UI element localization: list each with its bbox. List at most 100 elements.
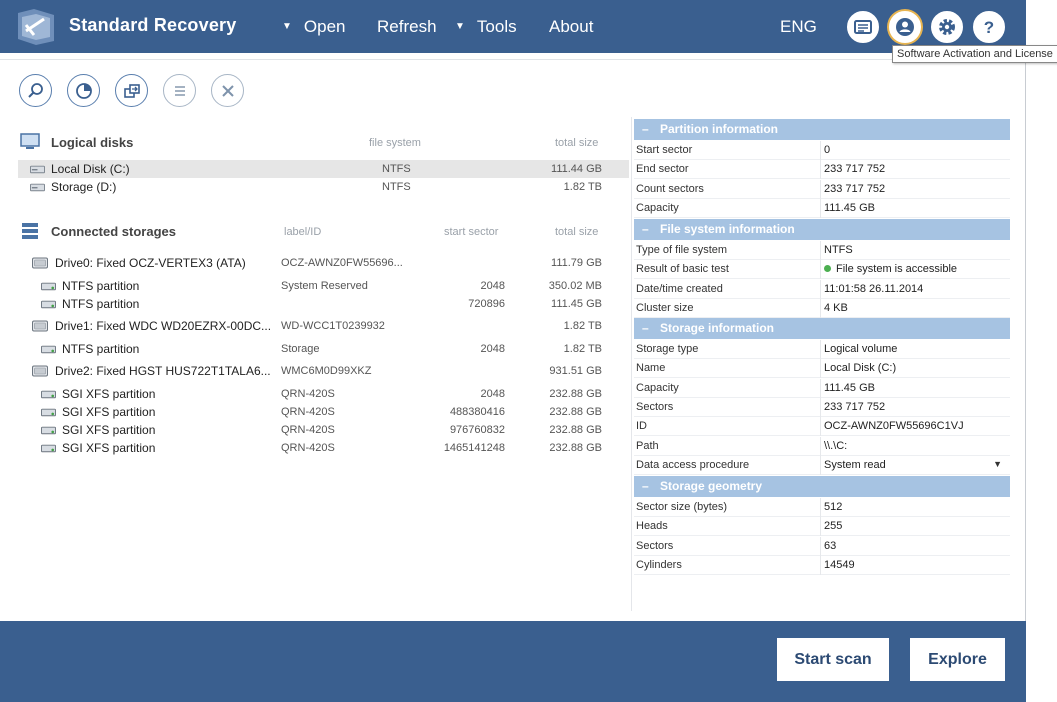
connected-storages-title: Connected storages xyxy=(51,223,176,239)
property-section-header[interactable]: – Partition information xyxy=(634,119,1010,140)
property-value-text: 14549 xyxy=(824,558,855,571)
chart-button[interactable] xyxy=(67,74,100,107)
column-divider xyxy=(820,241,821,260)
help-button[interactable]: ? xyxy=(973,11,1005,43)
drive-row[interactable]: Drive1: Fixed WDC WD20EZRX-00DC... WD-WCC… xyxy=(18,317,629,335)
property-value-text: 512 xyxy=(824,501,843,513)
partition-icon xyxy=(41,282,56,291)
collapse-minus-icon[interactable]: – xyxy=(642,219,660,240)
property-section-header[interactable]: – Storage information xyxy=(634,318,1010,339)
collapse-minus-icon[interactable]: – xyxy=(642,476,660,497)
partition-icon xyxy=(41,300,56,309)
property-row: Date/time created 11:01:58 26.11.2014 xyxy=(634,279,1010,299)
partition-name: SGI XFS partition xyxy=(41,387,155,401)
property-key: Date/time created xyxy=(636,282,723,295)
data-access-select[interactable]: System read xyxy=(824,459,886,471)
property-value: \\.\C: xyxy=(824,440,847,452)
license-button[interactable] xyxy=(889,11,921,43)
property-section-title: Storage geometry xyxy=(660,479,763,493)
collapse-minus-icon[interactable]: – xyxy=(642,318,660,339)
storage-total-size: 111.45 GB xyxy=(551,298,602,310)
property-value: 233 717 752 xyxy=(824,183,885,195)
logical-disk-row[interactable]: Local Disk (C:) NTFS 111.44 GB xyxy=(18,160,629,178)
copy-icon xyxy=(123,83,140,98)
property-key: ID xyxy=(636,420,647,433)
close-icon xyxy=(221,84,234,97)
property-row[interactable]: Data access procedure System read ▼ xyxy=(634,455,1010,475)
property-value: Local Disk (C:) xyxy=(824,362,896,374)
property-row: Capacity 111.45 GB xyxy=(634,378,1010,398)
partition-name: NTFS partition xyxy=(41,279,139,293)
drive-name: Drive0: Fixed OCZ-VERTEX3 (ATA) xyxy=(31,256,246,270)
copy-button[interactable] xyxy=(115,74,148,107)
dropdown-arrow-icon[interactable]: ▼ xyxy=(993,459,1002,469)
storage-label-id: QRN-420S xyxy=(281,406,335,418)
explore-button[interactable]: Explore xyxy=(910,638,1005,681)
drive-row[interactable]: Drive2: Fixed HGST HUS722T1TALA6... WMC6M… xyxy=(18,362,629,380)
partition-row[interactable]: SGI XFS partition QRN-420S 2048 232.88 GB xyxy=(18,385,629,403)
partition-name: NTFS partition xyxy=(41,342,139,356)
property-key: Cluster size xyxy=(636,301,694,314)
storage-total-size: 1.82 TB xyxy=(563,343,602,355)
language-selector[interactable]: ENG xyxy=(780,17,817,37)
column-divider xyxy=(820,498,821,517)
column-divider xyxy=(820,455,821,475)
column-divider xyxy=(820,378,821,398)
partition-row[interactable]: SGI XFS partition QRN-420S 1465141248 232.8… xyxy=(18,439,629,457)
partition-row[interactable]: SGI XFS partition QRN-420S 488380416 232.88… xyxy=(18,403,629,421)
partition-icon xyxy=(41,390,56,399)
menu-tools[interactable]: ▼ Tools xyxy=(455,17,517,37)
list-button[interactable] xyxy=(163,74,196,107)
partition-row[interactable]: SGI XFS partition QRN-420S 976760832 232.88… xyxy=(18,421,629,439)
property-row: Count sectors 233 717 752 xyxy=(634,179,1010,199)
column-divider xyxy=(820,417,821,437)
settings-button[interactable] xyxy=(931,11,963,43)
collapse-minus-icon[interactable]: – xyxy=(642,119,660,140)
property-value: File system is accessible xyxy=(824,263,957,275)
partition-icon xyxy=(41,426,56,435)
hard-drive-icon xyxy=(30,165,45,174)
property-value-text: 233 717 752 xyxy=(824,400,886,413)
property-value: 4 KB xyxy=(824,302,848,314)
drive-row[interactable]: Drive0: Fixed OCZ-VERTEX3 (ATA) OCZ-AWNZ0… xyxy=(18,254,629,272)
property-row: Storage type Logical volume xyxy=(634,340,1010,359)
property-section-header[interactable]: – Storage geometry xyxy=(634,476,1010,497)
partition-row[interactable]: NTFS partition 720896 111.45 GB xyxy=(18,295,629,313)
storage-start-sector: 2048 xyxy=(480,280,505,292)
property-value: 111.45 GB xyxy=(824,202,875,214)
property-row: Cluster size 4 KB xyxy=(634,298,1010,318)
close-button[interactable] xyxy=(211,74,244,107)
menu-about[interactable]: About xyxy=(549,17,593,37)
property-row: Cylinders 14549 xyxy=(634,555,1010,575)
license-tooltip: Software Activation and License xyxy=(892,45,1057,63)
partition-row[interactable]: NTFS partition System Reserved 2048 350.02 … xyxy=(18,277,629,295)
property-value-text: 4 KB xyxy=(824,301,848,314)
property-row: Type of file system NTFS xyxy=(634,241,1010,260)
partition-name: SGI XFS partition xyxy=(41,423,155,437)
property-row: ID OCZ-AWNZ0FW55696C1VJ xyxy=(634,417,1010,437)
status-ok-icon xyxy=(824,265,831,273)
property-key: Name xyxy=(636,362,666,375)
property-value: 11:01:58 26.11.2014 xyxy=(824,283,923,295)
logs-button[interactable] xyxy=(847,11,879,43)
property-value-text: 255 xyxy=(824,520,843,533)
menu-open[interactable]: ▼ Open xyxy=(282,17,346,37)
property-section-header[interactable]: – File system information xyxy=(634,219,1010,240)
property-value: 233 717 752 xyxy=(824,163,885,175)
start-scan-button[interactable]: Start scan xyxy=(777,638,889,681)
property-key: Data access procedure xyxy=(636,458,750,471)
property-value-text: 11:01:58 26.11.2014 xyxy=(824,282,924,295)
menu-refresh[interactable]: Refresh xyxy=(377,17,437,37)
gear-icon xyxy=(939,19,955,35)
property-value: OCZ-AWNZ0FW55696C1VJ xyxy=(824,420,964,432)
caret-down-icon: ▼ xyxy=(455,21,465,32)
partition-row[interactable]: NTFS partition Storage 2048 1.82 TB xyxy=(18,340,629,358)
property-value: 233 717 752 xyxy=(824,401,885,413)
logical-disk-row[interactable]: Storage (D:) NTFS 1.82 TB xyxy=(18,178,629,196)
partition-label: NTFS partition xyxy=(62,279,140,293)
property-value-text: 233 717 752 xyxy=(824,182,886,195)
search-button[interactable] xyxy=(19,74,52,107)
property-key: Type of file system xyxy=(636,244,728,256)
storage-total-size: 111.79 GB xyxy=(551,257,602,269)
property-value-text: Local Disk (C:) xyxy=(824,362,897,375)
